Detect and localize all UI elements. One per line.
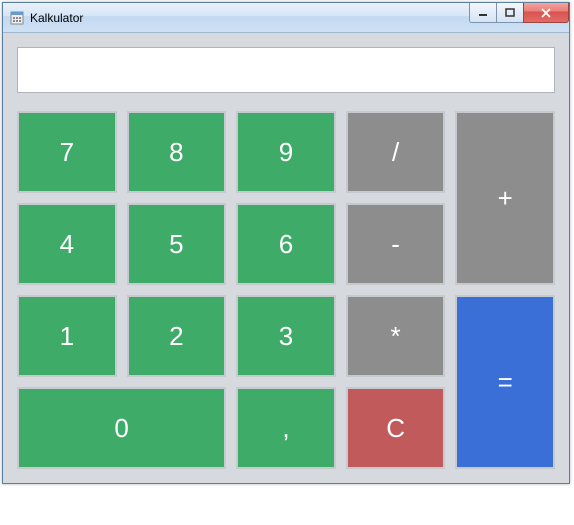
maximize-icon (505, 8, 515, 18)
key-comma[interactable]: , (236, 387, 336, 469)
key-multiply[interactable]: * (346, 295, 446, 377)
key-minus[interactable]: - (346, 203, 446, 285)
key-1[interactable]: 1 (17, 295, 117, 377)
keypad: 7 8 9 / + 4 5 6 - 1 2 3 * = 0 , C (17, 111, 555, 469)
minimize-icon (478, 8, 488, 18)
maximize-button[interactable] (496, 3, 524, 23)
client-area: 7 8 9 / + 4 5 6 - 1 2 3 * = 0 , C (3, 33, 569, 483)
key-3[interactable]: 3 (236, 295, 336, 377)
key-9[interactable]: 9 (236, 111, 336, 193)
app-window: Kalkulator 7 8 9 / + 4 5 (2, 2, 570, 484)
minimize-button[interactable] (469, 3, 497, 23)
window-controls (470, 3, 569, 23)
window-title: Kalkulator (30, 11, 83, 25)
key-clear[interactable]: C (346, 387, 446, 469)
close-button[interactable] (523, 3, 569, 23)
key-4[interactable]: 4 (17, 203, 117, 285)
key-2[interactable]: 2 (127, 295, 227, 377)
key-8[interactable]: 8 (127, 111, 227, 193)
key-6[interactable]: 6 (236, 203, 336, 285)
key-divide[interactable]: / (346, 111, 446, 193)
key-7[interactable]: 7 (17, 111, 117, 193)
titlebar: Kalkulator (3, 3, 569, 33)
app-icon (9, 10, 25, 26)
key-equals[interactable]: = (455, 295, 555, 469)
close-icon (540, 8, 552, 18)
key-0[interactable]: 0 (17, 387, 226, 469)
display-field[interactable] (17, 47, 555, 93)
key-5[interactable]: 5 (127, 203, 227, 285)
key-plus[interactable]: + (455, 111, 555, 285)
